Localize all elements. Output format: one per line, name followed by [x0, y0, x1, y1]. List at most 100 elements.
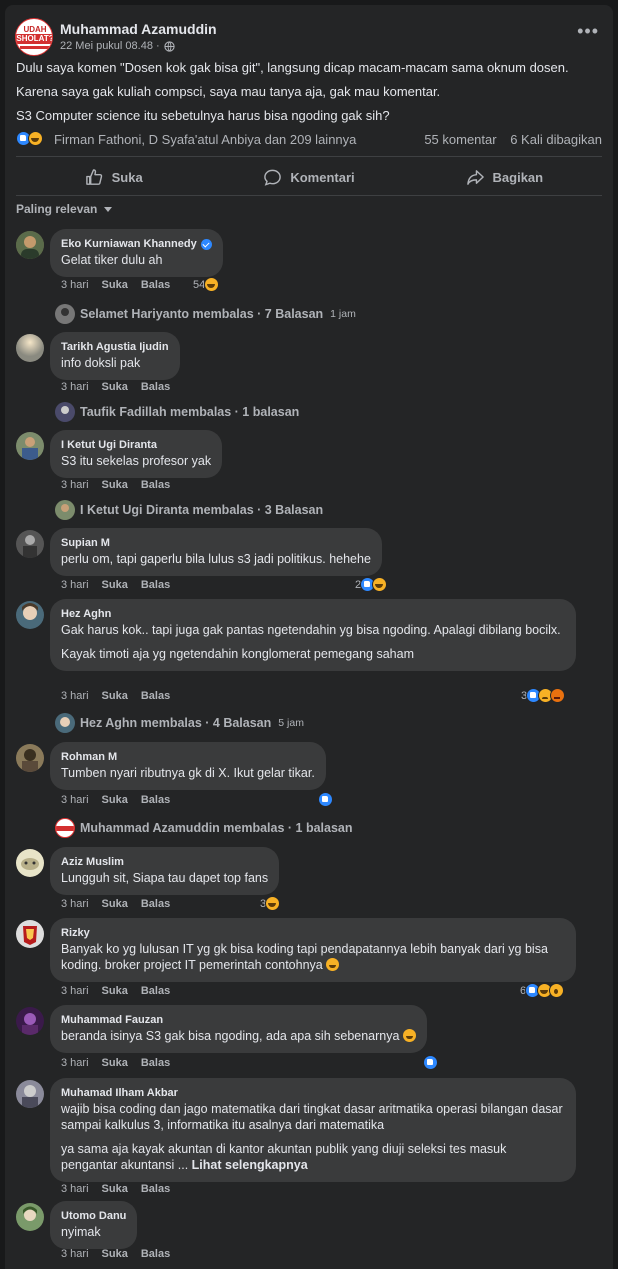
- comment-reactions[interactable]: [318, 792, 333, 807]
- reactors-text[interactable]: Firman Fathoni, D Syafa'atul Anbiya dan …: [54, 132, 356, 147]
- comment-bubble: Supian M perlu om, tapi gaperlu bila lul…: [50, 528, 382, 576]
- view-replies[interactable]: I Ketut Ugi Diranta membalas · 3 Balasan: [55, 500, 323, 520]
- share-button[interactable]: Bagikan: [407, 165, 602, 189]
- comment-reactions[interactable]: 6: [520, 983, 565, 998]
- comment-like-button[interactable]: Suka: [102, 479, 128, 491]
- view-replies[interactable]: Hez Aghn membalas · 4 Balasan 5 jam: [55, 713, 304, 733]
- avatar[interactable]: [16, 1080, 44, 1108]
- post-paragraph: Dulu saya komen "Dosen kok gak bisa git"…: [16, 60, 569, 75]
- shares-count[interactable]: 6 Kali dibagikan: [510, 132, 602, 147]
- comment-reply-button[interactable]: Balas: [141, 1057, 170, 1069]
- avatar[interactable]: [16, 920, 44, 948]
- comment-bubble: I Ketut Ugi Diranta S3 itu sekelas profe…: [50, 430, 223, 478]
- laugh-emoji-icon: [402, 1029, 416, 1042]
- commenter-name[interactable]: Eko Kurniawan Khannedy: [61, 237, 197, 251]
- post-time[interactable]: 22 Mei pukul 08.48 ·: [60, 40, 160, 52]
- author-avatar[interactable]: UDAH SHOLAT?: [15, 18, 53, 56]
- view-replies[interactable]: Muhammad Azamuddin membalas · 1 balasan: [55, 818, 353, 838]
- comment-reply-button[interactable]: Balas: [141, 690, 170, 702]
- commenter-name[interactable]: Tarikh Agustia Ijudin: [61, 340, 169, 354]
- commenter-name[interactable]: I Ketut Ugi Diranta: [61, 438, 157, 452]
- comment-reply-button[interactable]: Balas: [141, 279, 170, 291]
- comment-time[interactable]: 3 hari: [61, 690, 89, 702]
- comment-bubble: Utomo Danu nyimak: [50, 1201, 138, 1249]
- see-more-link[interactable]: Lihat selengkapnya: [192, 1158, 308, 1172]
- comment-bubble: Hez Aghn Gak harus kok.. tapi juga gak p…: [50, 599, 576, 671]
- commenter-name[interactable]: Muhammad Fauzan: [61, 1013, 163, 1027]
- view-replies[interactable]: Selamet Hariyanto membalas · 7 Balasan 1 …: [55, 304, 356, 324]
- avatar[interactable]: [16, 1007, 44, 1035]
- comment-like-button[interactable]: Suka: [102, 381, 128, 393]
- comment-text: wajib bisa coding dan jago matematika da…: [61, 1102, 563, 1132]
- comment-bubble: Aziz Muslim Lungguh sit, Siapa tau dapet…: [50, 847, 280, 895]
- avatar[interactable]: [16, 744, 44, 772]
- comment-reply-button[interactable]: Balas: [141, 985, 170, 997]
- comment-meta: 3 hari Suka Balas: [61, 1248, 170, 1260]
- commenter-name[interactable]: Supian M: [61, 536, 110, 550]
- comment-reply-button[interactable]: Balas: [141, 1248, 170, 1260]
- comment-like-button[interactable]: Suka: [102, 1057, 128, 1069]
- comment-button[interactable]: Komentari: [211, 165, 406, 189]
- comment-like-button[interactable]: Suka: [102, 1183, 128, 1195]
- comment-time[interactable]: 3 hari: [61, 1248, 89, 1260]
- comment-text-content: Banyak ko yg lulusan IT yg gk bisa kodin…: [61, 942, 548, 972]
- avatar[interactable]: [16, 530, 44, 558]
- commenter-name[interactable]: Rohman M: [61, 750, 117, 764]
- avatar[interactable]: [16, 1203, 44, 1231]
- avatar[interactable]: [16, 334, 44, 362]
- comment-time[interactable]: 3 hari: [61, 1057, 89, 1069]
- comment-like-button[interactable]: Suka: [102, 279, 128, 291]
- comment-reactions[interactable]: 3: [521, 688, 566, 703]
- view-replies[interactable]: Taufik Fadillah membalas · 1 balasan: [55, 402, 299, 422]
- reply-time: 1 jam: [330, 308, 356, 320]
- comment-like-button[interactable]: Suka: [102, 690, 128, 702]
- comment-time[interactable]: 3 hari: [61, 985, 89, 997]
- reaction-icons[interactable]: [16, 131, 43, 146]
- comment-reactions[interactable]: 3: [260, 896, 281, 911]
- comment-text: info doksli pak: [61, 356, 141, 370]
- comment-icon: [264, 169, 282, 186]
- comment-time[interactable]: 3 hari: [61, 279, 89, 291]
- comment-like-button[interactable]: Suka: [102, 898, 128, 910]
- like-button[interactable]: Suka: [16, 165, 211, 189]
- comment-bubble: Muhammad Fauzan beranda isinya S3 gak bi…: [50, 1005, 427, 1053]
- commenter-name[interactable]: Aziz Muslim: [61, 855, 124, 869]
- comment-time[interactable]: 3 hari: [61, 794, 89, 806]
- comment-like-button[interactable]: Suka: [102, 579, 128, 591]
- post-author[interactable]: Muhammad Azamuddin: [60, 21, 217, 37]
- comment-reply-button[interactable]: Balas: [141, 479, 170, 491]
- comment-reactions[interactable]: [423, 1055, 438, 1070]
- haha-reaction-icon: [204, 277, 220, 292]
- comment-time[interactable]: 3 hari: [61, 479, 89, 491]
- commenter-name[interactable]: Rizky: [61, 926, 90, 940]
- comment-time[interactable]: 3 hari: [61, 1183, 89, 1195]
- comment-time[interactable]: 3 hari: [61, 579, 89, 591]
- comment-time[interactable]: 3 hari: [61, 898, 89, 910]
- comment-reactions[interactable]: 2: [355, 577, 388, 592]
- comment-reply-button[interactable]: Balas: [141, 381, 170, 393]
- comment-meta: 3 hari Suka Balas: [61, 898, 170, 910]
- sort-label: Paling relevan: [16, 202, 98, 216]
- comment-reply-button[interactable]: Balas: [141, 794, 170, 806]
- comment-reply-button[interactable]: Balas: [141, 1183, 170, 1195]
- comment-reply-button[interactable]: Balas: [141, 579, 170, 591]
- avatar[interactable]: [16, 231, 44, 259]
- divider: [16, 195, 602, 196]
- comment-reactions[interactable]: 54: [193, 277, 220, 292]
- comment-bubble: Tarikh Agustia Ijudin info doksli pak: [50, 332, 180, 380]
- commenter-name[interactable]: Muhamad Ilham Akbar: [61, 1086, 178, 1100]
- wow-reaction-icon: [549, 983, 565, 998]
- avatar[interactable]: [16, 601, 44, 629]
- comment-like-button[interactable]: Suka: [102, 794, 128, 806]
- comment-like-button[interactable]: Suka: [102, 1248, 128, 1260]
- comments-count[interactable]: 55 komentar: [424, 132, 496, 147]
- sort-dropdown[interactable]: Paling relevan: [16, 202, 113, 216]
- commenter-name[interactable]: Hez Aghn: [61, 607, 111, 621]
- avatar[interactable]: [16, 432, 44, 460]
- comment-time[interactable]: 3 hari: [61, 381, 89, 393]
- comment-like-button[interactable]: Suka: [102, 985, 128, 997]
- comment-reply-button[interactable]: Balas: [141, 898, 170, 910]
- commenter-name[interactable]: Utomo Danu: [61, 1209, 126, 1223]
- avatar[interactable]: [16, 849, 44, 877]
- more-options-icon[interactable]: •••: [577, 22, 599, 40]
